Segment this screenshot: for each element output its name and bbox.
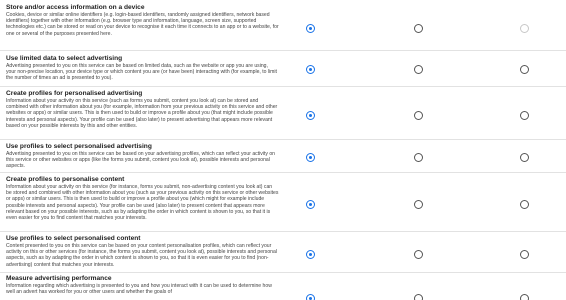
- purpose-row-measure-ad-performance: Measure advertising performance Informat…: [0, 273, 566, 300]
- purpose-description: Content presented to you on this service…: [6, 243, 277, 268]
- purpose-description: Information regarding which advertising …: [6, 283, 272, 296]
- purpose-text: Create profiles for personalised adverti…: [6, 90, 279, 129]
- purpose-description: Cookies, device or similar online identi…: [6, 12, 279, 37]
- consent-radio-selected[interactable]: [306, 200, 315, 209]
- consent-radio[interactable]: [520, 294, 529, 300]
- consent-radio-selected[interactable]: [306, 294, 315, 300]
- consent-radio[interactable]: [414, 24, 423, 33]
- consent-radio[interactable]: [414, 65, 423, 74]
- consent-radio[interactable]: [520, 250, 529, 259]
- consent-radio[interactable]: [520, 200, 529, 209]
- purpose-row-create-content-profiles: Create profiles to personalise content I…: [0, 173, 566, 232]
- consent-radio[interactable]: [520, 153, 529, 162]
- purpose-row-limited-data-advertising: Use limited data to select advertising A…: [0, 51, 566, 87]
- purpose-description: Advertising presented to you on this ser…: [6, 151, 275, 170]
- consent-radio-selected[interactable]: [306, 250, 315, 259]
- consent-radio[interactable]: [414, 200, 423, 209]
- consent-radio[interactable]: [414, 294, 423, 300]
- purpose-text: Measure advertising performance Informat…: [6, 275, 279, 295]
- consent-radio-selected[interactable]: [306, 24, 315, 33]
- purpose-title: Use limited data to select advertising: [6, 55, 123, 62]
- consent-radio[interactable]: [520, 111, 529, 120]
- purpose-description: Information about your activity on this …: [6, 184, 279, 222]
- purpose-title: Create profiles to personalise content: [6, 176, 125, 183]
- consent-radio[interactable]: [414, 153, 423, 162]
- purpose-title: Use profiles to select personalised adve…: [6, 143, 152, 150]
- purpose-title: Store and/or access information on a dev…: [6, 4, 145, 11]
- purpose-text: Use limited data to select advertising A…: [6, 55, 279, 82]
- purpose-title: Use profiles to select personalised cont…: [6, 235, 141, 242]
- purpose-row-use-ad-profiles: Use profiles to select personalised adve…: [0, 140, 566, 173]
- purpose-text: Create profiles to personalise content I…: [6, 176, 279, 221]
- purpose-description: Information about your activity on this …: [6, 98, 278, 129]
- consent-radio-selected[interactable]: [306, 65, 315, 74]
- consent-radio-selected[interactable]: [306, 111, 315, 120]
- purpose-text: Store and/or access information on a dev…: [6, 4, 279, 37]
- purpose-description: Advertising presented to you on this ser…: [6, 63, 277, 82]
- purpose-row-use-content-profiles: Use profiles to select personalised cont…: [0, 232, 566, 273]
- purpose-row-store-access: Store and/or access information on a dev…: [0, 0, 566, 51]
- purpose-text: Use profiles to select personalised cont…: [6, 235, 279, 268]
- consent-radio-selected[interactable]: [306, 153, 315, 162]
- purpose-text: Use profiles to select personalised adve…: [6, 143, 279, 170]
- consent-radio[interactable]: [520, 65, 529, 74]
- purpose-title: Measure advertising performance: [6, 275, 112, 282]
- purpose-row-create-ad-profiles: Create profiles for personalised adverti…: [0, 87, 566, 140]
- purpose-title: Create profiles for personalised adverti…: [6, 90, 143, 97]
- consent-radio[interactable]: [414, 111, 423, 120]
- consent-radio[interactable]: [414, 250, 423, 259]
- consent-radio-disabled: [520, 24, 529, 33]
